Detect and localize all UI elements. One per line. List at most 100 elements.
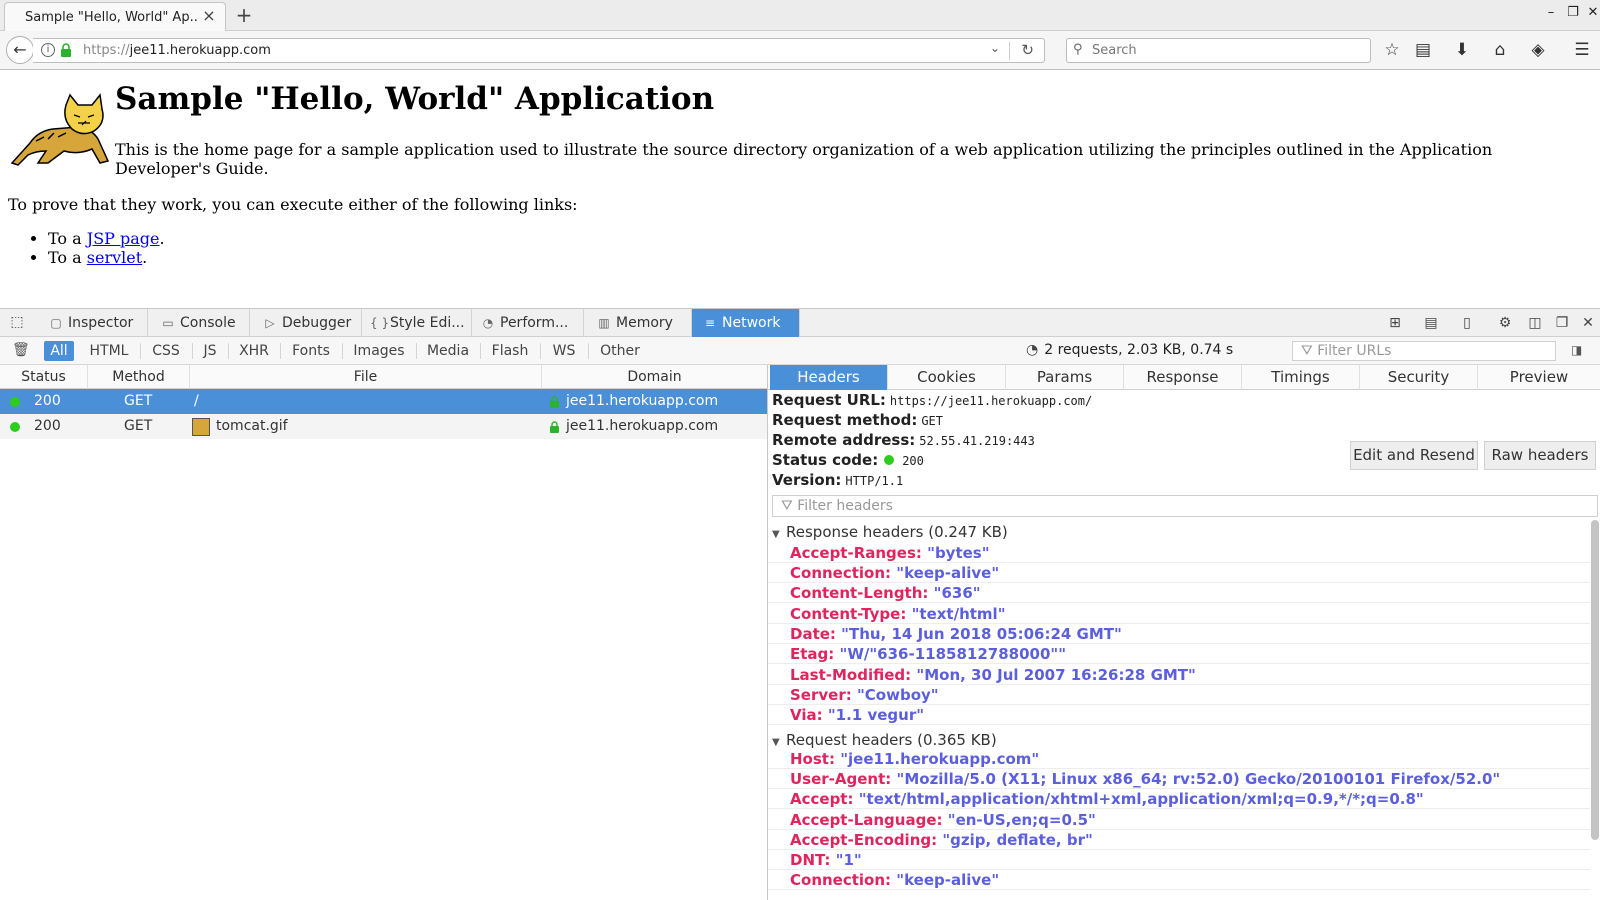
tab-security[interactable]: Security (1360, 365, 1478, 390)
lock-icon (61, 43, 71, 57)
header-row: Last-Modified: "Mon, 30 Jul 2007 16:26:2… (768, 665, 1590, 685)
scratchpad-icon[interactable]: ▤ (1422, 314, 1440, 332)
divider (342, 343, 343, 359)
request-summary: ◔ 2 requests, 2.03 KB, 0.74 s (1026, 342, 1234, 358)
column-status[interactable]: Status (0, 365, 88, 389)
tab-cookies[interactable]: Cookies (888, 365, 1006, 390)
reload-icon[interactable]: ↻ (1021, 41, 1034, 59)
search-placeholder: Search (1092, 43, 1137, 58)
chevron-down-icon[interactable]: ⌄ (990, 41, 1000, 55)
tab-timings[interactable]: Timings (1242, 365, 1360, 390)
lock-icon (550, 421, 559, 433)
table-row[interactable]: 200 GET / jee11.herokuapp.com (0, 389, 767, 414)
filter-all[interactable]: All (44, 341, 74, 361)
row-domain: jee11.herokuapp.com (566, 393, 719, 409)
element-picker-icon[interactable]: ⬚ (8, 314, 26, 332)
close-devtools-icon[interactable]: ✕ (1579, 314, 1597, 332)
filter-ws[interactable]: WS (544, 341, 584, 361)
details-tabs: Headers Cookies Params Response Timings … (768, 365, 1600, 390)
jsp-page-link[interactable]: JSP page (87, 229, 160, 248)
version-line: Version: HTTP/1.1 (772, 471, 904, 489)
layout-icon[interactable]: ⊞ (1386, 314, 1404, 332)
web-page: Sample "Hello, World" Application This i… (0, 71, 1600, 308)
tab-memory[interactable]: ▥ Memory (584, 309, 692, 337)
row-domain: jee11.herokuapp.com (566, 418, 719, 434)
restore-icon[interactable]: ❐ (1564, 4, 1582, 22)
filter-css[interactable]: CSS (144, 341, 188, 361)
tab-performance[interactable]: ◔ Perform... (472, 309, 584, 337)
settings-gear-icon[interactable]: ⚙ (1496, 314, 1514, 332)
header-row: Content-Length: "636" (768, 583, 1590, 603)
url-bar[interactable]: i https://jee11.herokuapp.com ⌄ ↻ (33, 38, 1045, 63)
back-arrow-icon[interactable]: ← (6, 36, 34, 64)
tab-headers[interactable]: Headers (770, 365, 888, 390)
status-code-line: Status code: 200 (772, 451, 924, 469)
filter-html[interactable]: HTML (82, 341, 136, 361)
filter-icon: ⛛ (781, 498, 798, 514)
filter-other[interactable]: Other (592, 341, 648, 361)
tomcat-thumbnail-icon (192, 418, 210, 436)
raw-headers-button[interactable]: Raw headers (1484, 441, 1596, 470)
column-file[interactable]: File (190, 365, 542, 389)
row-file: tomcat.gif (216, 418, 288, 434)
responsive-design-icon[interactable]: ▯ (1458, 314, 1476, 332)
tab-style-editor[interactable]: { }Style Edi... (362, 309, 472, 337)
request-table-header: Status Method File Domain (0, 365, 767, 389)
edit-and-resend-button[interactable]: Edit and Resend (1350, 441, 1478, 470)
header-row: Via: "1.1 vegur" (768, 705, 1590, 725)
filter-images[interactable]: Images (346, 341, 412, 361)
headers-scrollbar[interactable] (1591, 520, 1599, 840)
trash-icon[interactable]: 🗑 (12, 342, 30, 358)
search-input[interactable]: ⚲ Search (1066, 38, 1371, 63)
row-method: GET (124, 418, 153, 434)
new-tab-icon[interactable]: + (233, 4, 255, 26)
servlet-link[interactable]: servlet (87, 248, 142, 267)
lock-icon (550, 396, 559, 408)
tab-preview[interactable]: Preview (1478, 365, 1600, 390)
filter-flash[interactable]: Flash (484, 341, 536, 361)
column-method[interactable]: Method (88, 365, 190, 389)
remote-address-value: 52.55.41.219:443 (919, 434, 1035, 448)
filter-js[interactable]: JS (196, 341, 224, 361)
url-text[interactable]: https://jee11.herokuapp.com (83, 43, 271, 58)
download-icon[interactable]: ⬇ (1450, 38, 1474, 62)
debugger-icon: ▷ (265, 316, 275, 330)
filter-media[interactable]: Media (420, 341, 476, 361)
column-domain[interactable]: Domain (542, 365, 767, 389)
filter-fonts[interactable]: Fonts (284, 341, 338, 361)
tab-console[interactable]: ▭ Console (148, 309, 250, 337)
tab-inspector[interactable]: ▢ Inspector (36, 309, 148, 337)
header-row: Date: "Thu, 14 Jun 2018 05:06:24 GMT" (768, 624, 1590, 644)
tab-params[interactable]: Params (1006, 365, 1124, 390)
undock-icon[interactable]: ❐ (1553, 314, 1571, 332)
tab-debugger[interactable]: ▷ Debugger (250, 309, 362, 337)
home-icon[interactable]: ⌂ (1488, 38, 1512, 62)
minimize-icon[interactable]: – (1542, 4, 1560, 22)
filter-xhr[interactable]: XHR (232, 341, 276, 361)
status-dot (10, 397, 20, 407)
request-headers-section[interactable]: ▼ Request headers (0.365 KB) (772, 730, 1590, 750)
info-icon[interactable]: i (41, 43, 55, 57)
tab-network[interactable]: ≡ Network (692, 309, 800, 337)
search-icon: ⚲ (1073, 42, 1083, 57)
tab-response[interactable]: Response (1124, 365, 1242, 390)
divider (192, 343, 193, 359)
header-row: Content-Type: "text/html" (768, 604, 1590, 624)
filter-urls-input[interactable]: ⛛ Filter URLs (1292, 341, 1556, 361)
pocket-icon[interactable]: ◈ (1526, 38, 1550, 62)
table-row[interactable]: 200 GET tomcat.gif jee11.herokuapp.com (0, 414, 767, 439)
response-headers-section[interactable]: ▼ Response headers (0.247 KB) (772, 522, 1590, 542)
header-row: Host: "jee11.herokuapp.com" (768, 749, 1590, 769)
list-item: To a servlet. (48, 248, 165, 267)
close-tab-icon[interactable]: × (201, 8, 217, 24)
reading-list-icon[interactable]: ▤ (1411, 38, 1435, 62)
browser-tab[interactable]: Sample "Hello, World" Ap... × (4, 2, 226, 31)
dock-side-icon[interactable]: ◫ (1526, 314, 1544, 332)
menu-icon[interactable]: ☰ (1570, 38, 1594, 62)
request-method-line: Request method: GET (772, 411, 944, 429)
filter-headers-input[interactable]: ⛛ Filter headers (772, 495, 1598, 517)
bookmark-star-icon[interactable]: ☆ (1380, 38, 1404, 62)
toggle-sidebar-icon[interactable]: ◨ (1571, 343, 1582, 357)
header-row: User-Agent: "Mozilla/5.0 (X11; Linux x86… (768, 769, 1590, 789)
close-window-icon[interactable]: ✕ (1584, 4, 1600, 22)
